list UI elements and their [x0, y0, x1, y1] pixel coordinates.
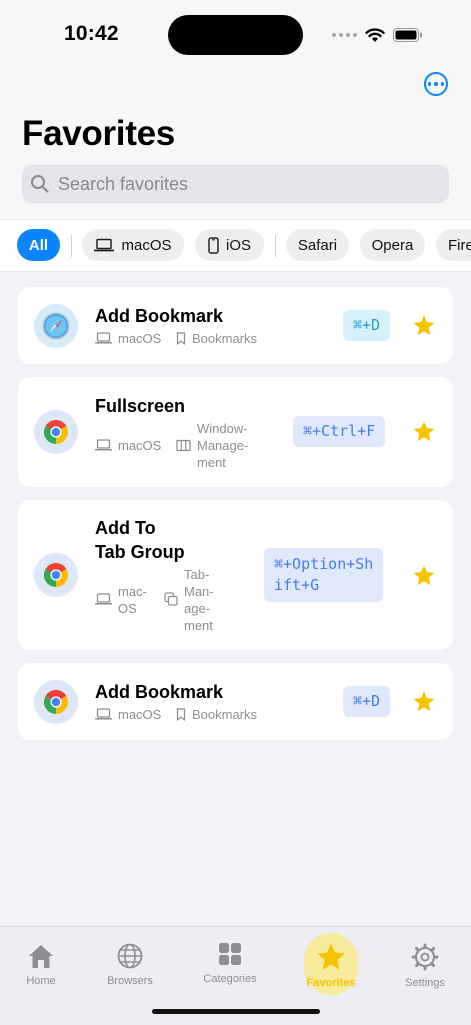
browser-icon	[34, 304, 78, 348]
star-icon	[317, 943, 345, 970]
shortcut-card[interactable]: Add Bookmark macOS Bookmarks ⌘+D	[18, 287, 453, 364]
window-management-icon	[176, 439, 191, 452]
filter-chip-opera[interactable]: Opera	[360, 229, 425, 261]
globe-icon	[117, 943, 143, 969]
tab-browsers[interactable]: Browsers	[90, 943, 170, 987]
category-label: Bookmarks	[192, 707, 258, 722]
bookmark-icon	[176, 332, 186, 345]
category-meta: Window- Manage- ment	[176, 420, 248, 471]
filter-chip-label: All	[28, 236, 49, 254]
dynamic-island	[168, 15, 303, 55]
platform-meta: macOS	[95, 437, 161, 454]
shortcut-card[interactable]: Fullscreen macOS Window- Manage- ment ⌘+…	[18, 377, 453, 487]
shortcut-title: Add Bookmark	[95, 306, 224, 326]
filter-divider	[71, 235, 72, 257]
search-input[interactable]	[56, 172, 430, 196]
chrome-icon	[44, 690, 68, 714]
platform-label: mac- OS	[118, 584, 147, 616]
laptop-icon	[95, 332, 112, 344]
favorite-star-icon[interactable]	[413, 565, 435, 586]
tab-label: Categories	[203, 973, 257, 985]
filter-chip-safari[interactable]: Safari	[286, 229, 349, 261]
tab-label: Browsers	[107, 975, 153, 987]
search-icon	[31, 175, 49, 193]
status-icons	[332, 25, 423, 45]
favorite-star-icon[interactable]	[413, 315, 435, 336]
filter-chip-label: macOS	[121, 236, 172, 254]
home-indicator	[152, 1009, 320, 1014]
chrome-icon	[44, 420, 68, 444]
tab-label: Settings	[405, 977, 445, 989]
shortcut-card[interactable]: Add Bookmark macOS Bookmarks ⌘+D	[18, 663, 453, 740]
tab-label: Home	[26, 975, 56, 987]
platform-label: macOS	[118, 331, 162, 346]
laptop-icon	[95, 593, 112, 605]
browser-icon	[34, 553, 78, 597]
house-icon	[29, 945, 53, 968]
filter-chip-label: Safari	[297, 236, 338, 254]
search-bar[interactable]	[22, 165, 449, 203]
laptop-icon	[95, 439, 112, 451]
safari-icon	[42, 312, 70, 340]
filter-chip-label: Opera	[371, 236, 414, 254]
category-meta: Bookmarks	[176, 706, 257, 723]
shortcut-title: Fullscreen	[95, 396, 186, 416]
wifi-icon	[365, 27, 385, 42]
shortcut-title: Add To Tab Group	[95, 518, 185, 562]
filter-chip-firefox[interactable]: Fire	[436, 229, 471, 261]
status-time: 10:42	[64, 22, 119, 45]
laptop-icon	[94, 238, 115, 252]
tab-group-icon	[164, 592, 178, 606]
tab-label: Favorites	[306, 977, 356, 989]
platform-meta: macOS	[95, 330, 161, 347]
category-label: Window- Manage- ment	[197, 421, 249, 470]
bookmark-icon	[176, 708, 186, 721]
platform-meta: macOS	[95, 706, 161, 723]
category-label: Tab- Man- age- ment	[184, 567, 214, 633]
platform-meta: mac- OS	[95, 583, 147, 617]
key-combo: ⌘+D	[343, 310, 391, 341]
browser-icon	[34, 410, 78, 454]
category-label: Bookmarks	[192, 331, 258, 346]
iphone-icon	[208, 236, 219, 254]
filter-chip-label: Fire	[448, 236, 471, 254]
platform-label: macOS	[118, 707, 162, 722]
filter-chip-label: iOS	[225, 236, 251, 254]
filter-chip-all[interactable]: All	[17, 229, 60, 261]
laptop-icon	[95, 708, 112, 720]
filter-chip-ios[interactable]: iOS	[195, 229, 264, 261]
filter-divider	[275, 235, 276, 257]
gear-icon	[411, 943, 439, 971]
cellular-signal-icon	[332, 33, 357, 37]
shortcut-title: Add Bookmark	[95, 682, 224, 702]
page-title: Favorites	[22, 114, 175, 153]
key-combo: ⌘+D	[343, 686, 391, 717]
key-combo: ⌘+Option+Sh ift+G	[264, 548, 384, 602]
platform-label: macOS	[118, 438, 162, 453]
category-meta: Tab- Man- age- ment	[164, 566, 214, 634]
tab-settings[interactable]: Settings	[385, 943, 465, 989]
key-combo: ⌘+Ctrl+F	[293, 416, 386, 447]
favorite-star-icon[interactable]	[413, 691, 435, 712]
shortcut-card[interactable]: Add To Tab Group mac- OS Tab- Man- age- …	[18, 500, 453, 650]
grid-icon	[219, 943, 241, 965]
chrome-icon	[44, 563, 68, 587]
tab-favorites[interactable]: Favorites	[291, 943, 371, 989]
favorite-star-icon[interactable]	[413, 421, 435, 442]
battery-icon	[393, 28, 422, 42]
filter-chip-macos[interactable]: macOS	[82, 229, 184, 261]
header: Favorites	[0, 70, 471, 220]
browser-icon	[34, 680, 78, 724]
tab-categories[interactable]: Categories	[190, 941, 270, 985]
tab-home[interactable]: Home	[1, 943, 81, 987]
status-bar: 10:42	[0, 0, 471, 70]
category-meta: Bookmarks	[176, 330, 257, 347]
filter-bar: All macOS iOS Safari Opera Fire	[0, 219, 471, 272]
more-options-button[interactable]	[424, 72, 448, 96]
